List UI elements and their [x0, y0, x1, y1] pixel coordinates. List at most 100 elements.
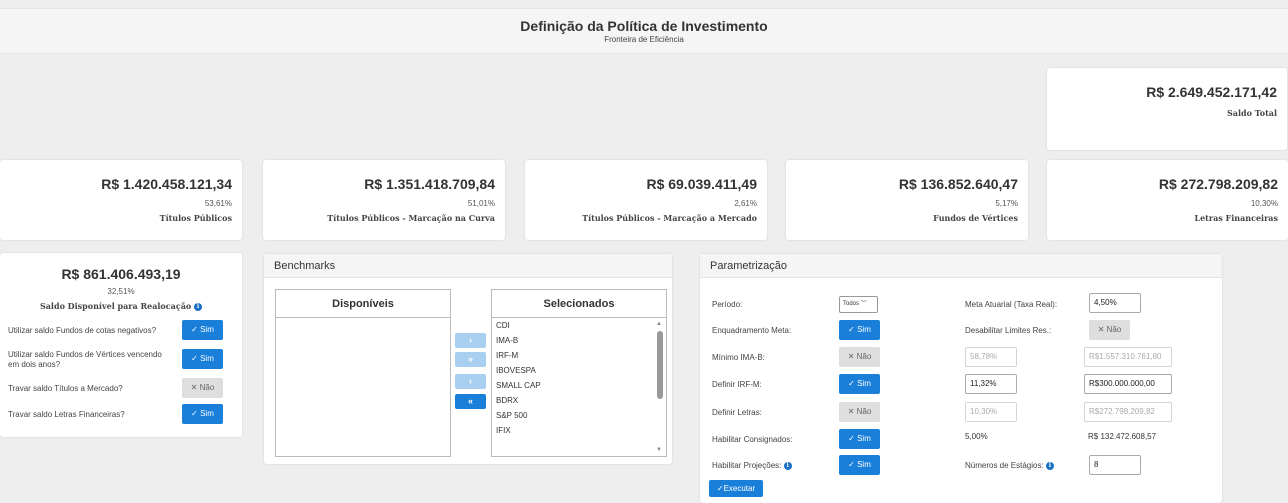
period-label: Período:	[712, 300, 743, 309]
projections-label-row: Habilitar Projeções: i	[712, 461, 792, 470]
option-label: Travar saldo Letras Financeiras?	[8, 410, 125, 419]
card-label: Títulos Públicos - Marcação na Curva	[327, 213, 495, 223]
stages-label-row: Números de Estágios: i	[965, 461, 1054, 470]
disable-limits-no-button[interactable]: ✕ Não	[1089, 320, 1130, 340]
move-right-button[interactable]: ›	[455, 333, 486, 348]
info-icon[interactable]: i	[194, 303, 203, 311]
scroll-thumb[interactable]	[657, 331, 663, 399]
available-balance-label: Saldo Disponível para Realocação	[39, 301, 192, 311]
available-balance-panel: R$ 861.406.493,19 32,51% Saldo Disponíve…	[0, 253, 242, 437]
chevron-down-icon: ﹀	[860, 301, 867, 307]
stages-input[interactable]: 8	[1089, 455, 1141, 475]
toggle-yes-button[interactable]: ✓ Sim	[182, 320, 223, 340]
option-row: Travar saldo Títulos a Mercado? ✕ Não	[8, 378, 230, 400]
projections-yes-button[interactable]: ✓ Sim	[839, 455, 880, 475]
available-benchmarks-list[interactable]: Disponíveis	[275, 289, 451, 457]
list-item[interactable]: IMA-B	[492, 334, 666, 348]
card-value: R$ 136.852.640,47	[898, 176, 1018, 192]
execute-button[interactable]: ✓Executar	[709, 480, 763, 497]
option-row: Travar saldo Letras Financeiras? ✓ Sim	[8, 404, 230, 426]
irfm-amount-input[interactable]: R$300.000.000,00	[1084, 374, 1172, 394]
card-label: Títulos Públicos	[159, 213, 232, 223]
card-label: Fundos de Vértices	[933, 213, 1018, 223]
parameters-title: Parametrização	[700, 254, 1222, 278]
min-imab-percent-input[interactable]: 58,78%	[965, 347, 1017, 367]
consignados-yes-button[interactable]: ✓ Sim	[839, 429, 880, 449]
total-balance-card: R$ 2.649.452.171,42 Saldo Total	[1047, 68, 1287, 150]
list-item[interactable]: SMALL CAP	[492, 379, 666, 393]
card-label: Títulos Públicos - Marcação a Mercado	[582, 213, 757, 223]
consignados-label: Habilitar Consignados:	[712, 435, 793, 444]
actuarial-target-input[interactable]: 4,50%	[1089, 293, 1141, 313]
info-icon[interactable]: i	[783, 461, 792, 470]
irfm-yes-button[interactable]: ✓ Sim	[839, 374, 880, 394]
consignados-amount: R$ 132.472.608,57	[1088, 432, 1157, 441]
irfm-percent-input[interactable]: 11,32%	[965, 374, 1017, 394]
benchmarks-title: Benchmarks	[264, 254, 672, 278]
available-benchmarks-header: Disponíveis	[276, 290, 450, 318]
projections-label: Habilitar Projeções:	[712, 461, 782, 470]
card-value: R$ 1.351.418.709,84	[364, 176, 495, 192]
scroll-down-icon[interactable]: ▼	[656, 447, 662, 453]
selected-benchmarks-header: Selecionados	[492, 290, 666, 318]
total-balance-value: R$ 2.649.452.171,42	[1146, 84, 1277, 100]
card-titulos-mercado: R$ 69.039.411,49 2,61% Títulos Públicos …	[525, 160, 767, 240]
parameters-panel: Parametrização Período: Enquadramento Me…	[700, 254, 1222, 503]
card-percent: 51,01%	[467, 199, 495, 208]
letras-percent-input[interactable]: 10,30%	[965, 402, 1017, 422]
card-titulos-curva: R$ 1.351.418.709,84 51,01% Títulos Públi…	[263, 160, 505, 240]
letras-no-button[interactable]: ✕ Não	[839, 402, 880, 422]
card-percent: 5,17%	[995, 199, 1018, 208]
option-label: Utilizar saldo Fundos de Vértices vencen…	[8, 350, 162, 369]
card-percent: 10,30%	[1250, 199, 1278, 208]
option-label: Travar saldo Títulos a Mercado?	[8, 384, 123, 393]
min-imab-label: Mínimo IMA-B:	[712, 353, 765, 362]
disable-limits-label: Desabilitar Limites Res.:	[965, 326, 1052, 335]
available-balance-label-row: Saldo Disponível para Realocação i	[0, 301, 242, 311]
move-left-button[interactable]: ‹	[455, 374, 486, 389]
card-titulos-publicos: R$ 1.420.458.121,34 53,61% Títulos Públi…	[0, 160, 242, 240]
toggle-yes-button[interactable]: ✓ Sim	[182, 349, 223, 369]
card-letras-financeiras: R$ 272.798.209,82 10,30% Letras Financei…	[1047, 160, 1288, 240]
letras-amount-input[interactable]: R$272.798.209,82	[1084, 402, 1172, 422]
option-row: Utilizar saldo Fundos de cotas negativos…	[8, 320, 230, 342]
stages-label: Números de Estágios:	[965, 461, 1044, 470]
list-item[interactable]: IFIX	[492, 424, 666, 438]
list-item[interactable]: IRF-M	[492, 349, 666, 363]
min-imab-amount-input[interactable]: R$1.557.310.761,80	[1084, 347, 1172, 367]
list-item[interactable]: BDRX	[492, 394, 666, 408]
move-all-left-button[interactable]: «	[455, 394, 486, 409]
scroll-up-icon[interactable]: ▲	[656, 321, 662, 327]
list-scrollbar[interactable]: ▲ ▼	[656, 321, 664, 453]
irfm-label: Definir IRF-M:	[712, 380, 762, 389]
meta-fit-yes-button[interactable]: ✓ Sim	[839, 320, 880, 340]
page-header: Definição da Política de Investimento Fr…	[0, 8, 1288, 54]
meta-fit-label: Enquadramento Meta:	[712, 326, 792, 335]
selected-benchmarks-list[interactable]: Selecionados CDI IMA-B IRF-M IBOVESPA SM…	[491, 289, 667, 457]
card-value: R$ 1.420.458.121,34	[101, 176, 232, 192]
list-item[interactable]: S&P 500	[492, 409, 666, 423]
card-fundos-vertices: R$ 136.852.640,47 5,17% Fundos de Vértic…	[786, 160, 1028, 240]
min-imab-no-button[interactable]: ✕ Não	[839, 347, 880, 367]
page-title: Definição da Política de Investimento	[520, 18, 768, 34]
actuarial-target-label: Meta Atuarial (Taxa Real):	[965, 300, 1058, 309]
period-select[interactable]: Todos ﹀	[839, 296, 878, 313]
page-subtitle: Fronteira de Eficiência	[604, 35, 684, 44]
letras-label: Definir Letras:	[712, 408, 762, 417]
card-label: Letras Financeiras	[1194, 213, 1278, 223]
consignados-percent: 5,00%	[965, 432, 988, 441]
card-percent: 53,61%	[204, 199, 232, 208]
selected-benchmarks-items[interactable]: CDI IMA-B IRF-M IBOVESPA SMALL CAP BDRX …	[492, 318, 666, 456]
card-percent: 2,61%	[734, 199, 757, 208]
toggle-no-button[interactable]: ✕ Não	[182, 378, 223, 398]
available-balance-percent: 32,51%	[107, 287, 135, 296]
option-row: Utilizar saldo Fundos de Vértices vencen…	[8, 349, 230, 371]
card-value: R$ 272.798.209,82	[1158, 176, 1278, 192]
move-all-right-button[interactable]: »	[455, 352, 486, 367]
available-benchmarks-items[interactable]	[276, 318, 450, 456]
list-item[interactable]: IBOVESPA	[492, 364, 666, 378]
list-item[interactable]: CDI	[492, 319, 666, 333]
toggle-yes-button[interactable]: ✓ Sim	[182, 404, 223, 424]
total-balance-label: Saldo Total	[1226, 108, 1277, 118]
info-icon[interactable]: i	[1045, 461, 1054, 470]
